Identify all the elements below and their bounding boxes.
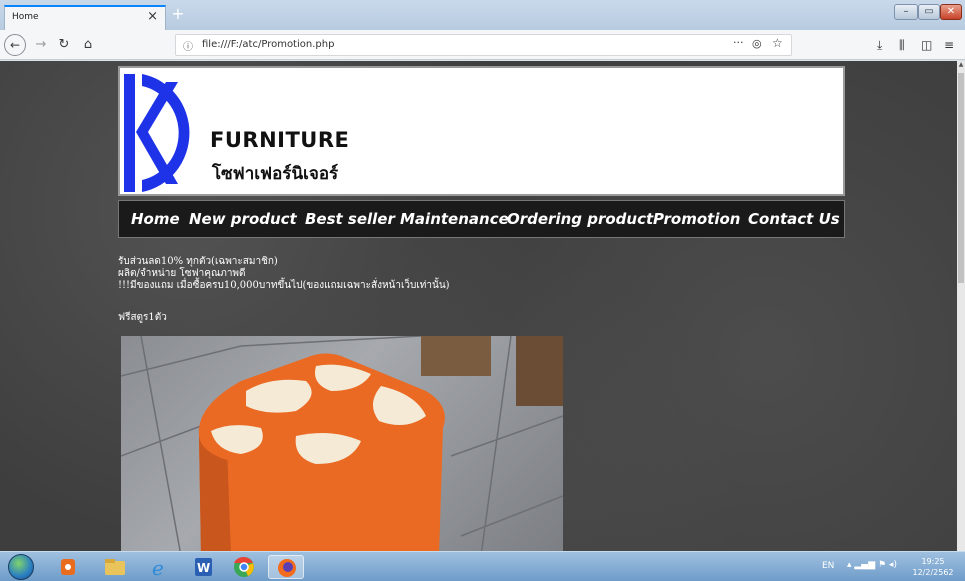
menu-item-home[interactable]: Home [131,210,180,228]
stool-photo [121,336,563,551]
page-scrollbar[interactable]: ▲ [957,61,965,551]
scrollbar-thumb[interactable] [958,73,964,283]
promo-line-manufacture: ผลิต/จำหน่าย โซฟาคุณภาพดี [118,268,246,279]
kd-logo [124,74,190,192]
close-window-button[interactable]: ✕ [940,4,962,20]
promo-line-discount: รับส่วนลด10% ทุกตัว(เฉพาะสมาชิก) [118,256,278,267]
free-stool-text: ฟรีสตูร1ตัว [118,312,167,323]
maximize-button[interactable]: ▭ [918,4,940,20]
info-icon[interactable]: ⓘ [183,38,193,53]
word-icon[interactable]: W [185,555,221,579]
clock-date: 12/2/2562 [912,568,954,577]
taskbar: e W EN ▴ ▂▄▆ ⚑ ◂) 19:25 12/2/2562 [0,551,965,581]
start-button[interactable] [8,554,34,580]
brand-name-thai: โซฟาเฟอร์นิเจอร์ [212,164,339,184]
page-actions-icon[interactable]: ··· [733,36,744,49]
firefox-icon[interactable] [268,555,304,579]
system-tray-icons[interactable]: ▴ ▂▄▆ ⚑ ◂) [847,560,897,570]
scroll-up-icon[interactable]: ▲ [957,61,965,71]
sidebar-icon[interactable]: ◫ [921,38,932,52]
browser-tab[interactable]: Home × [4,5,166,30]
new-tab-button[interactable]: + [168,5,188,25]
svg-text:W: W [197,561,210,575]
internet-explorer-icon[interactable]: e [141,555,177,580]
media-player-icon[interactable] [50,555,86,579]
language-indicator[interactable]: EN [822,561,834,571]
product-image [121,336,563,551]
menu-item-promotion[interactable]: Promotion [653,210,740,228]
clock-time: 19:25 [921,557,945,566]
promo-line-gift: !!!มีของแถม เมื่อซื้อครบ10,000บาทขึ้นไป(… [118,280,450,291]
minimize-button[interactable]: – [894,4,918,20]
svg-text:e: e [152,556,164,579]
reload-icon[interactable]: ↻ [54,35,74,55]
page-viewport: FURNITURE โซฟาเฟอร์นิเจอร์ Home New prod… [0,61,957,551]
site-container: FURNITURE โซฟาเฟอร์นิเจอร์ Home New prod… [118,66,845,551]
chrome-icon[interactable] [226,555,262,579]
brand-name: FURNITURE [210,128,350,152]
browser-titlebar: Home × + – ▭ ✕ [0,0,965,30]
downloads-icon[interactable]: ⤓ [877,38,882,53]
file-explorer-icon[interactable] [97,555,133,579]
taskbar-clock[interactable]: 19:25 12/2/2562 [908,556,958,578]
back-icon[interactable]: ← [4,34,26,56]
tab-title: Home [12,12,39,22]
url-text[interactable]: file:///F:/atc/Promotion.php [202,39,334,50]
address-bar[interactable]: ⓘ file:///F:/atc/Promotion.php ··· ◎ ☆ [175,34,792,56]
pocket-icon[interactable]: ◎ [752,37,762,50]
site-header: FURNITURE โซฟาเฟอร์นิเจอร์ [118,66,845,196]
forward-icon[interactable]: → [31,35,51,55]
menu-icon[interactable]: ≡ [944,38,954,52]
menu-item-ordering-product[interactable]: Ordering product [507,210,653,228]
menu-item-contact-us[interactable]: Contact Us [748,210,840,228]
library-icon[interactable]: ⫼ [899,38,905,53]
menu-item-best-seller[interactable]: Best seller [305,210,395,228]
home-icon[interactable]: ⌂ [78,35,98,55]
menu-item-new-product[interactable]: New product [189,210,297,228]
menu-item-maintenance[interactable]: Maintenance [400,210,509,228]
main-menu: Home New product Best seller Maintenance… [118,200,845,238]
tab-close-icon[interactable]: × [147,9,158,24]
promotion-text: รับส่วนลด10% ทุกตัว(เฉพาะสมาชิก) ผลิต/จำ… [118,256,450,292]
bookmark-star-icon[interactable]: ☆ [772,36,783,50]
browser-toolbar: ← → ↻ ⌂ ⓘ file:///F:/atc/Promotion.php ·… [0,30,965,60]
